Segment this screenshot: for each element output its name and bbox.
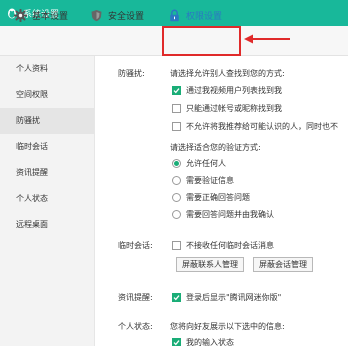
block-sessions-button[interactable]: 屏蔽会话管理 [253,257,313,272]
verify-option-label: 需要回答问题并由我确认 [186,210,274,219]
checkbox-unchecked[interactable] [172,104,181,113]
sidebar-item-profile[interactable]: 个人资料 [0,56,94,82]
gear-icon [13,8,28,22]
find-option-label: 不允许将我推荐给可能认识的人，同时也不 [186,122,338,131]
temp-session-label: 临时会话: [118,241,153,250]
verify-option-need-info[interactable]: 需要验证信息 [172,175,234,186]
verify-option-answer-question[interactable]: 需要正确回答问题 [172,192,250,203]
radio-selected[interactable] [172,159,181,168]
radio-unselected[interactable] [172,193,181,202]
sidebar-item-space-permission[interactable]: 空间权限 [0,82,94,108]
verify-method-heading: 请选择适合您的验证方式: [170,143,261,152]
verify-option-answer-confirm[interactable]: 需要回答问题并由我确认 [172,209,274,220]
sidebar: 个人资料 空间权限 防骚扰 临时会话 资讯提醒 个人状态 远程桌面 [0,56,95,346]
personal-status-option-typing[interactable]: 我的输入状态 [172,337,234,346]
find-option-video-list[interactable]: 通过我视频用户列表找到我 [172,85,282,96]
tab-security-label: 安全设置 [108,11,145,22]
personal-status-label: 个人状态: [118,322,153,331]
shield-icon [90,9,103,22]
lock-icon [168,8,181,22]
news-reminder-option[interactable]: 登录后显示"腾讯网迷你版" [172,292,281,303]
tab-security-settings[interactable]: 安全设置 [90,0,144,30]
verify-option-label: 允许任何人 [186,159,226,168]
sidebar-item-personal-status[interactable]: 个人状态 [0,186,94,212]
highlight-box [162,26,241,56]
settings-content: 防骚扰: 请选择允许别人查找到您的方式: 通过我视频用户列表找到我 只能通过帐号… [96,56,348,346]
sidebar-item-temp-session[interactable]: 临时会话 [0,134,94,160]
tab-basic-label: 基本设置 [32,11,69,22]
block-contacts-button[interactable]: 屏蔽联系人管理 [176,257,244,272]
checkbox-checked[interactable] [172,293,181,302]
news-reminder-option-label: 登录后显示"腾讯网迷你版" [186,293,282,302]
verify-option-anyone[interactable]: 允许任何人 [172,158,226,169]
personal-status-heading: 您将向好友展示以下选中的信息: [170,322,285,331]
verify-option-label: 需要验证信息 [186,176,234,185]
annotation-arrow [244,34,290,44]
anti-harassment-label: 防骚扰: [118,69,145,78]
sidebar-item-news-reminder[interactable]: 资讯提醒 [0,160,94,186]
checkbox-unchecked[interactable] [172,122,181,131]
find-option-label: 通过我视频用户列表找到我 [186,86,282,95]
sidebar-item-remote-desktop[interactable]: 远程桌面 [0,212,94,238]
find-method-heading: 请选择允许别人查找到您的方式: [170,69,285,78]
tab-basic-settings[interactable]: 基本设置 [13,0,69,30]
news-reminder-label: 资讯提醒: [118,293,153,302]
temp-session-option-label: 不接收任何临时会话消息 [186,241,274,250]
checkbox-checked[interactable] [172,338,181,346]
checkbox-checked[interactable] [172,86,181,95]
radio-unselected[interactable] [172,210,181,219]
verify-option-label: 需要正确回答问题 [186,193,250,202]
tab-permission-label: 权限设置 [186,11,223,22]
sidebar-item-anti-harassment[interactable]: 防骚扰 [0,108,94,134]
find-option-no-recommend[interactable]: 不允许将我推荐给可能认识的人，同时也不 [172,121,338,132]
radio-unselected[interactable] [172,176,181,185]
personal-status-option-label: 我的输入状态 [186,338,234,346]
find-option-label: 只能通过帐号或昵称找到我 [186,104,282,113]
find-option-account-only[interactable]: 只能通过帐号或昵称找到我 [172,103,282,114]
checkbox-unchecked[interactable] [172,241,181,250]
temp-session-option[interactable]: 不接收任何临时会话消息 [172,240,274,251]
